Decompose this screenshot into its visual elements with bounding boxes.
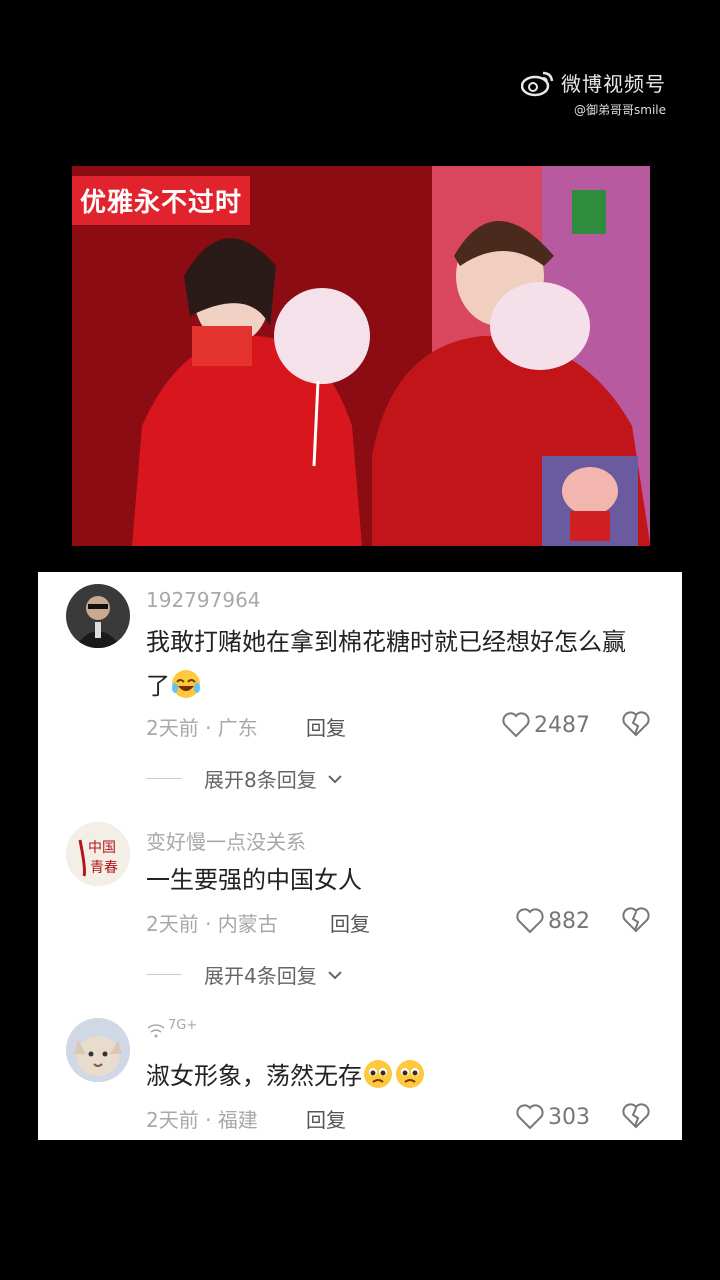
reply-button[interactable]: 回复 — [306, 1104, 346, 1133]
teary-face-icon — [364, 1060, 392, 1088]
like-count: 2487 — [534, 712, 590, 738]
broken-heart-icon — [622, 1103, 650, 1129]
expand-replies-label: 展开4条回复 — [204, 964, 317, 988]
dislike-button[interactable] — [622, 906, 650, 939]
laughing-face-icon — [172, 670, 200, 698]
avatar[interactable] — [66, 584, 130, 648]
comment-time-location: 2天前 · 广东 — [146, 716, 258, 740]
comment-meta: 2天前 · 广东 回复 2487 — [146, 710, 650, 743]
avatar[interactable]: 中国 青春 — [66, 822, 130, 886]
like-count: 882 — [548, 908, 590, 934]
comment-text: 我敢打赌她在拿到棉花糖时就已经想好怎么赢了 — [146, 620, 646, 708]
comment-username[interactable]: 7G+ — [146, 1018, 197, 1040]
comment-text-body: 我敢打赌她在拿到棉花糖时就已经想好怎么赢了 — [146, 628, 626, 700]
watermark-handle: @御弟哥哥smile — [574, 103, 666, 117]
comment-text: 一生要强的中国女人 — [146, 866, 362, 894]
comment-time-location: 2天前 · 内蒙古 — [146, 912, 278, 936]
chevron-down-icon — [328, 774, 342, 783]
expand-replies-button[interactable]: 展开8条回复 — [146, 764, 343, 793]
like-button[interactable]: 303 — [516, 1104, 590, 1130]
like-count: 303 — [548, 1104, 590, 1130]
comment-meta: 2天前 · 福建 回复 303 — [146, 1102, 650, 1135]
weibo-watermark: 微博视频号 @御弟哥哥smile — [521, 68, 666, 118]
divider — [146, 778, 182, 779]
wifi-icon — [147, 1024, 165, 1038]
expand-replies-label: 展开8条回复 — [204, 768, 317, 792]
reply-button[interactable]: 回复 — [306, 712, 346, 741]
username-text: 7G+ — [168, 1018, 198, 1033]
divider — [146, 974, 182, 975]
teary-face-icon — [396, 1060, 424, 1088]
chevron-down-icon — [328, 970, 342, 979]
comment-list: 192797964 我敢打赌她在拿到棉花糖时就已经想好怎么赢了 2天前 · 广东… — [38, 572, 682, 1140]
avatar[interactable] — [66, 1018, 130, 1082]
broken-heart-icon — [622, 711, 650, 737]
comment-text-body: 淑女形象，荡然无存 — [146, 1062, 362, 1090]
watermark-title: 微博视频号 — [561, 72, 666, 96]
like-button[interactable]: 2487 — [502, 712, 590, 738]
comment-username[interactable]: 192797964 — [146, 588, 261, 612]
svg-text:青春: 青春 — [90, 860, 118, 876]
expand-replies-button[interactable]: 展开4条回复 — [146, 960, 343, 989]
dislike-button[interactable] — [622, 710, 650, 743]
svg-text:中国: 中国 — [88, 840, 116, 856]
comment-text: 淑女形象，荡然无存 — [146, 1054, 646, 1098]
dislike-button[interactable] — [622, 1102, 650, 1135]
comment-username[interactable]: 变好慢一点没关系 — [146, 826, 306, 855]
like-button[interactable]: 882 — [516, 908, 590, 934]
heart-icon — [502, 712, 530, 738]
comment-meta: 2天前 · 内蒙古 回复 882 — [146, 906, 650, 939]
broken-heart-icon — [622, 907, 650, 933]
comment-time-location: 2天前 · 福建 — [146, 1108, 258, 1132]
video-caption: 优雅永不过时 — [72, 176, 251, 225]
weibo-logo-icon — [521, 71, 554, 96]
heart-icon — [516, 908, 544, 934]
heart-icon — [516, 1104, 544, 1130]
reply-button[interactable]: 回复 — [330, 908, 370, 937]
